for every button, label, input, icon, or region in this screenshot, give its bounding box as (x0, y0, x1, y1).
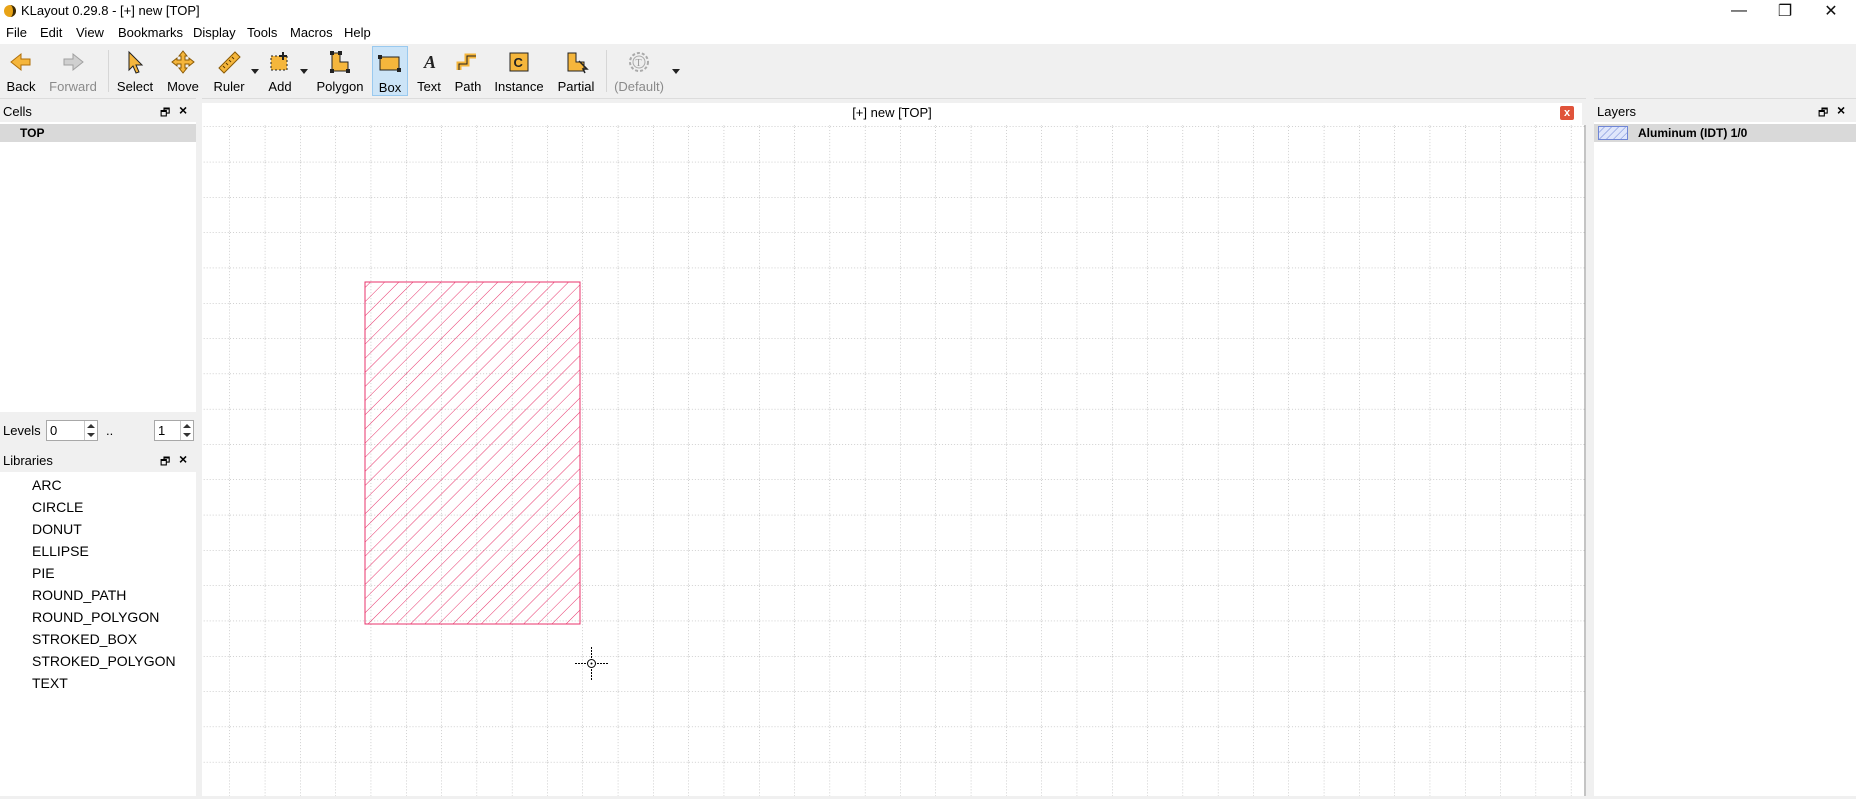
title-bar: KLayout 0.29.8 - [+] new [TOP] — ❐ ✕ (0, 0, 1856, 22)
move-tool-button[interactable]: Move (162, 46, 204, 96)
forward-button[interactable]: Forward (46, 46, 100, 96)
float-panel-icon[interactable]: 🗗 (160, 453, 170, 472)
polygon-tool-button[interactable]: Polygon (314, 46, 366, 96)
close-window-button[interactable]: ✕ (1808, 0, 1854, 22)
select-tool-button[interactable]: Select (114, 46, 156, 96)
cells-panel-title: Cells (3, 104, 32, 119)
layout-canvas[interactable] (202, 125, 1586, 796)
levels-control: Levels 0 .. 1 (0, 418, 196, 444)
restore-icon: ❐ (1777, 3, 1793, 20)
levels-from-spinbox[interactable]: 0 (46, 420, 98, 441)
library-item[interactable]: DONUT (32, 521, 82, 537)
spin-arrows-icon[interactable] (180, 421, 193, 440)
text-letter-icon: A (423, 52, 436, 72)
layers-panel-title: Layers (1597, 104, 1637, 119)
cells-panel-header: Cells 🗗 × (0, 102, 196, 123)
cells-tree: TOP (0, 122, 196, 412)
levels-label: Levels (3, 423, 41, 438)
layout-tab-header: [+] new [TOP] x (202, 103, 1582, 125)
box-tool-button[interactable]: Box (372, 46, 408, 96)
library-item[interactable]: ROUND_PATH (32, 587, 126, 603)
minimize-button[interactable]: — (1716, 0, 1762, 22)
klayout-logo-icon (4, 5, 16, 17)
svg-text:A: A (423, 52, 436, 72)
text-style-gear-icon: T (629, 52, 649, 72)
add-shape-icon (270, 52, 288, 71)
right-dock-splitter[interactable] (1586, 98, 1594, 796)
close-icon: ✕ (1824, 3, 1838, 20)
partial-tool-button[interactable]: Partial (552, 46, 600, 96)
add-tool-button[interactable]: Add (262, 46, 298, 96)
cell-item-top[interactable]: TOP (0, 124, 196, 142)
library-item[interactable]: TEXT (32, 675, 68, 691)
cursor-arrow-icon (128, 50, 144, 74)
layout-view-title: [+] new [TOP] (852, 105, 932, 120)
svg-text:C: C (514, 55, 524, 70)
libraries-list: ARC CIRCLE DONUT ELLIPSE PIE ROUND_PATH … (0, 472, 196, 796)
library-item[interactable]: PIE (32, 565, 55, 581)
polygon-icon (330, 51, 350, 73)
ruler-icon (218, 51, 241, 74)
toolbar: Back Forward Select Move Ruler Add Polyg… (0, 44, 1856, 99)
layers-list: Aluminum (IDT) 1/0 (1594, 122, 1856, 796)
forward-arrow-icon (63, 52, 84, 72)
path-icon (456, 53, 476, 70)
library-item[interactable]: STROKED_BOX (32, 631, 137, 647)
menu-bookmarks[interactable]: Bookmarks (118, 25, 183, 40)
instance-cell-icon: C (509, 52, 529, 72)
library-item[interactable]: ROUND_POLYGON (32, 609, 159, 625)
layout-grid-view[interactable] (202, 125, 1586, 796)
partial-edit-icon (567, 52, 589, 74)
layer-name: Aluminum (IDT) 1/0 (1638, 126, 1748, 140)
toolbar-separator (108, 50, 109, 92)
levels-to-spinbox[interactable]: 1 (154, 420, 194, 441)
libraries-panel-header: Libraries 🗗 × (0, 451, 196, 472)
spin-arrows-icon[interactable] (84, 421, 97, 440)
svg-text:T: T (636, 58, 642, 69)
levels-separator: .. (106, 423, 114, 438)
back-button[interactable]: Back (2, 46, 40, 96)
instance-tool-button[interactable]: C Instance (492, 46, 546, 96)
path-tool-button[interactable]: Path (450, 46, 486, 96)
move-arrows-icon (171, 50, 195, 74)
float-panel-icon[interactable]: 🗗 (160, 104, 170, 123)
menu-edit[interactable]: Edit (40, 25, 62, 40)
menu-view[interactable]: View (76, 25, 104, 40)
library-item[interactable]: ELLIPSE (32, 543, 89, 559)
close-panel-icon[interactable]: × (179, 102, 187, 118)
text-tool-button[interactable]: A Text (412, 46, 446, 96)
library-item[interactable]: STROKED_POLYGON (32, 653, 176, 669)
close-panel-icon[interactable]: × (179, 451, 187, 467)
layer-item[interactable]: Aluminum (IDT) 1/0 (1594, 124, 1856, 142)
box-icon (378, 55, 401, 72)
aluminum-box-shape[interactable] (364, 281, 581, 625)
window-title: KLayout 0.29.8 - [+] new [TOP] (21, 3, 200, 18)
menu-display[interactable]: Display (193, 25, 236, 40)
layers-panel-header: Layers 🗗 × (1594, 102, 1856, 123)
libraries-panel-title: Libraries (3, 453, 53, 468)
menu-tools[interactable]: Tools (247, 25, 277, 40)
float-panel-icon[interactable]: 🗗 (1818, 104, 1828, 123)
default-style-button[interactable]: T (Default) (612, 46, 666, 96)
ruler-dropdown-arrow-icon[interactable] (251, 69, 259, 74)
close-panel-icon[interactable]: × (1837, 102, 1845, 118)
close-view-icon[interactable]: x (1560, 106, 1574, 120)
menu-macros[interactable]: Macros (290, 25, 333, 40)
menu-bar: File Edit View Bookmarks Display Tools M… (0, 22, 1856, 44)
toolbar-separator (606, 50, 607, 92)
maximize-button[interactable]: ❐ (1762, 0, 1808, 22)
style-dropdown-arrow-icon[interactable] (672, 69, 680, 74)
add-dropdown-arrow-icon[interactable] (300, 69, 308, 74)
ruler-tool-button[interactable]: Ruler (210, 46, 248, 96)
library-item[interactable]: ARC (32, 477, 62, 493)
library-item[interactable]: CIRCLE (32, 499, 83, 515)
back-arrow-icon (10, 52, 31, 72)
menu-file[interactable]: File (6, 25, 27, 40)
menu-help[interactable]: Help (344, 25, 371, 40)
layer-pattern-swatch-icon (1598, 126, 1628, 140)
minimize-icon: — (1731, 2, 1747, 19)
